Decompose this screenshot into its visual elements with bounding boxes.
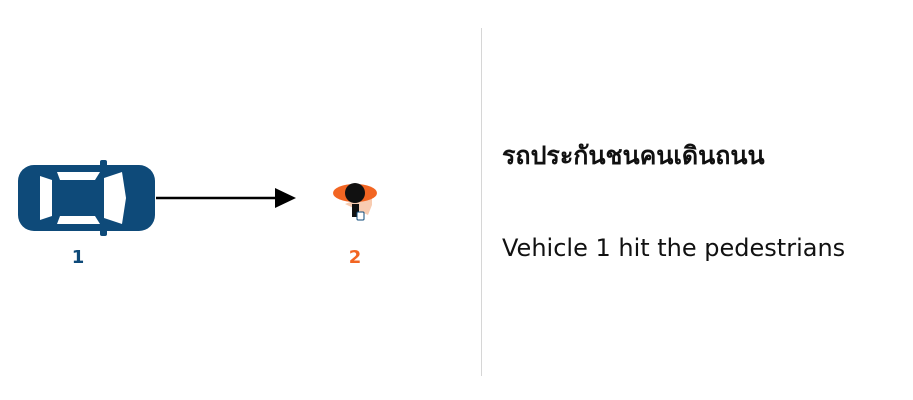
pedestrian-icon xyxy=(333,183,377,221)
car-icon xyxy=(18,160,155,236)
divider-line xyxy=(481,28,482,376)
vehicle-number-label: 1 xyxy=(72,247,85,268)
pedestrian-number-label: 2 xyxy=(349,247,362,268)
accident-diagram: 1 2 รถประกันชนคนเดินถนน Vehicle 1 hit th… xyxy=(0,0,913,400)
scene-canvas: 1 2 xyxy=(18,160,377,268)
caption-thai: รถประกันชนคนเดินถนน xyxy=(502,141,765,170)
caption-english: Vehicle 1 hit the pedestrians xyxy=(502,234,846,262)
arrow-icon xyxy=(156,188,296,208)
